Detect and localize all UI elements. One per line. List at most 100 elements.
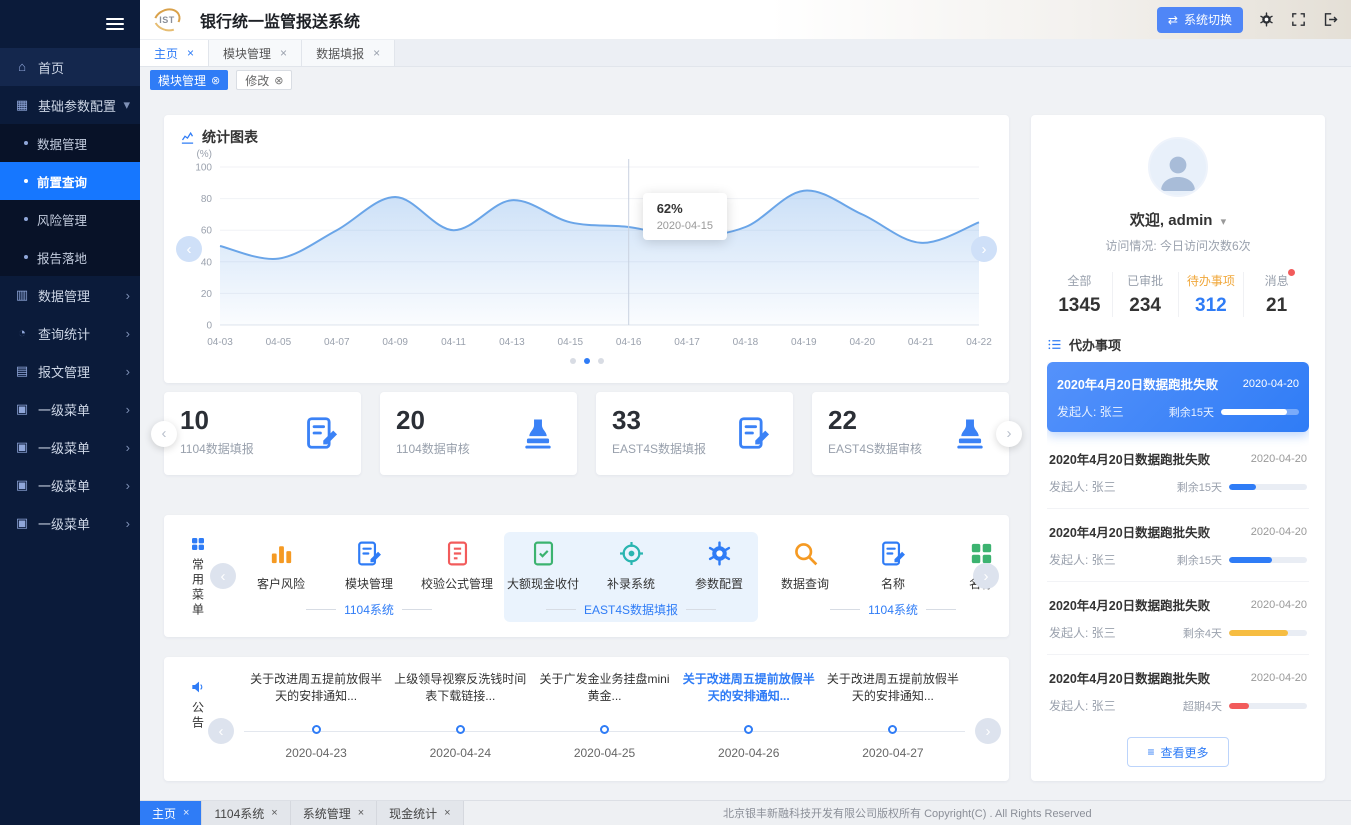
close-icon[interactable]: × xyxy=(280,46,287,60)
menu-shortcut-supplement-system[interactable]: 补录系统 xyxy=(596,539,666,592)
carousel-dot-active[interactable] xyxy=(584,358,590,364)
svg-text:80: 80 xyxy=(201,194,213,205)
sidebar-subitem-report-landing[interactable]: 报告落地 xyxy=(0,238,140,276)
sidebar-item-query-stats[interactable]: ◔ 查询统计 › xyxy=(0,314,140,352)
sidebar-item-level-menu-1[interactable]: ▣ 一级菜单 › xyxy=(0,390,140,428)
footer-tab-home[interactable]: 主页 × xyxy=(140,801,202,825)
announcement-item[interactable]: 关于改进周五提前放假半天的安排通知... 2020-04-23 xyxy=(244,671,388,773)
todo-item[interactable]: 2020年4月20日数据跑批失败 2020-04-20 发起人: 张三 超期4天 xyxy=(1047,655,1309,725)
announcement-prev-arrow[interactable]: ‹ xyxy=(208,718,234,744)
footer-tab-1104[interactable]: 1104系统 × xyxy=(202,801,290,825)
chevron-down-icon: ▾ xyxy=(123,97,130,113)
announcement-text: 关于广发金业务挂盘mini黄金... xyxy=(539,671,671,705)
announcement-timeline: 关于改进周五提前放假半天的安排通知... 2020-04-23 上级领导视察反洗… xyxy=(244,671,965,773)
announcement-item-highlighted[interactable]: 关于改进周五提前放假半天的安排通知... 2020-04-26 xyxy=(677,671,821,773)
menu-prev-arrow[interactable]: ‹ xyxy=(210,563,236,589)
stat-card-east4s-fill[interactable]: 33 EAST4S数据填报 xyxy=(596,392,793,475)
group-system-label[interactable]: 1104系统 xyxy=(344,601,394,618)
avatar[interactable] xyxy=(1148,137,1208,197)
sidebar-item-level-menu-2[interactable]: ▣ 一级菜单 › xyxy=(0,428,140,466)
menu-shortcut-large-cash[interactable]: 大额现金收付 xyxy=(508,539,578,592)
sidebar-item-label: 一级菜单 xyxy=(38,438,90,457)
group-system-label[interactable]: EAST4S数据填报 xyxy=(584,601,678,618)
system-switch-button[interactable]: ⇄ 系统切换 xyxy=(1157,7,1243,33)
stat-card-east4s-audit[interactable]: 22 EAST4S数据审核 xyxy=(812,392,1009,475)
tag-module-manage[interactable]: 模块管理 ⊗ xyxy=(150,70,228,90)
sidebar-item-label: 一级菜单 xyxy=(38,514,90,533)
announcement-text: 关于改进周五提前放假半天的安排通知... xyxy=(683,671,815,705)
stat-card-1104-fill[interactable]: 10 1104数据填报 xyxy=(164,392,361,475)
announcement-item[interactable]: 关于改进周五提前放假半天的安排通知... 2020-04-27 xyxy=(821,671,965,773)
sidebar-item-label: 数据管理 xyxy=(38,286,90,305)
stat-approved[interactable]: 已审批 234 xyxy=(1113,272,1179,317)
stats-next-arrow[interactable]: › xyxy=(996,421,1022,447)
progress-bar xyxy=(1229,484,1307,490)
stat-messages[interactable]: 消息 21 xyxy=(1244,272,1309,317)
stat-pending[interactable]: 待办事项 312 xyxy=(1179,272,1245,317)
todo-item[interactable]: 2020年4月20日数据跑批失败 2020-04-20 发起人: 张三 剩余15… xyxy=(1047,509,1309,582)
close-icon[interactable]: × xyxy=(358,807,364,819)
sidebar-subitem-risk-manage[interactable]: 风险管理 xyxy=(0,200,140,238)
footer-tab-system-manage[interactable]: 系统管理 × xyxy=(291,801,377,825)
menu-fold-icon[interactable] xyxy=(106,15,124,33)
sidebar-item-data-manage[interactable]: ▥ 数据管理 › xyxy=(0,276,140,314)
grid-icon: ▣ xyxy=(14,515,30,531)
chart-next-arrow[interactable]: › xyxy=(971,236,997,262)
todo-item-date: 2020-04-20 xyxy=(1251,599,1307,611)
sidebar-item-level-menu-3[interactable]: ▣ 一级菜单 › xyxy=(0,466,140,504)
footer-tab-cash-stats[interactable]: 现金统计 × xyxy=(377,801,463,825)
stats-prev-arrow[interactable]: ‹ xyxy=(151,421,177,447)
group-system-label[interactable]: 1104系统 xyxy=(868,601,918,618)
bullet-dot-icon xyxy=(24,141,28,145)
chart-prev-arrow[interactable]: ‹ xyxy=(176,236,202,262)
tab-data-fill[interactable]: 数据填报 × xyxy=(302,40,395,66)
close-circle-icon[interactable]: ⊗ xyxy=(274,74,283,87)
menu-next-arrow[interactable]: › xyxy=(973,563,999,589)
sidebar-item-base-params[interactable]: ▦ 基础参数配置 ▾ xyxy=(0,86,140,124)
tab-home[interactable]: 主页 × xyxy=(140,40,209,66)
fullscreen-icon[interactable] xyxy=(1290,11,1307,28)
close-icon[interactable]: × xyxy=(183,807,189,819)
statistics-chart-card: 统计图表 020406080100(%)04-0304-0504-0704-09… xyxy=(164,115,1009,383)
todo-item-title: 2020年4月20日数据跑批失败 xyxy=(1057,374,1218,393)
menu-shortcut-customer-risk[interactable]: 客户风险 xyxy=(246,539,316,592)
stat-all[interactable]: 全部 1345 xyxy=(1047,272,1113,317)
close-icon[interactable]: × xyxy=(444,807,450,819)
gear-icon[interactable] xyxy=(1258,11,1275,28)
announcement-next-arrow[interactable]: › xyxy=(975,718,1001,744)
user-dropdown[interactable]: 欢迎, admin ▾ xyxy=(1047,209,1309,230)
close-circle-icon[interactable]: ⊗ xyxy=(211,74,220,87)
common-menu-title: 常用菜单 xyxy=(190,558,207,618)
sidebar-item-home[interactable]: ⌂ 首页 xyxy=(0,48,140,86)
menu-shortcut-label: 数据查询 xyxy=(781,575,829,592)
sidebar-subitem-data-manage[interactable]: 数据管理 xyxy=(0,124,140,162)
menu-shortcut-param-config[interactable]: 参数配置 xyxy=(684,539,754,592)
svg-text:04-03: 04-03 xyxy=(207,337,233,348)
sidebar-item-level-menu-4[interactable]: ▣ 一级菜单 › xyxy=(0,504,140,542)
todo-initiator: 发起人: 张三 xyxy=(1049,697,1116,714)
todo-item[interactable]: 2020年4月20日数据跑批失败 2020-04-20 发起人: 张三 剩余4天 xyxy=(1047,582,1309,655)
menu-shortcut-data-query[interactable]: 数据查询 xyxy=(770,539,840,592)
logout-icon[interactable] xyxy=(1322,11,1339,28)
progress-bar xyxy=(1221,409,1299,415)
tab-module-manage[interactable]: 模块管理 × xyxy=(209,40,302,66)
sidebar-subitem-pre-query[interactable]: 前置查询 xyxy=(0,162,140,200)
menu-shortcut-name-1[interactable]: 名称 xyxy=(858,539,928,592)
announcement-item[interactable]: 上级领导视察反洗钱时间表下载链接... 2020-04-24 xyxy=(388,671,532,773)
sidebar-item-report-manage[interactable]: ▤ 报文管理 › xyxy=(0,352,140,390)
announcements-card: 公告 关于改进周五提前放假半天的安排通知... 2020-04-23 上级领导视… xyxy=(164,657,1009,781)
menu-shortcut-module-manage[interactable]: 模块管理 xyxy=(334,539,404,592)
todo-item[interactable]: 2020年4月20日数据跑批失败 2020-04-20 发起人: 张三 剩余15… xyxy=(1047,436,1309,509)
announcement-item[interactable]: 关于广发金业务挂盘mini黄金... 2020-04-25 xyxy=(532,671,676,773)
close-icon[interactable]: × xyxy=(187,46,194,60)
view-more-button[interactable]: ≡ 查看更多 xyxy=(1127,737,1229,767)
tag-modify[interactable]: 修改 ⊗ xyxy=(236,70,292,90)
close-icon[interactable]: × xyxy=(373,46,380,60)
stat-card-1104-audit[interactable]: 20 1104数据审核 xyxy=(380,392,577,475)
menu-shortcut-formula-manage[interactable]: 校验公式管理 xyxy=(422,539,492,592)
todo-item-active[interactable]: 2020年4月20日数据跑批失败 2020-04-20 发起人: 张三 剩余15… xyxy=(1047,362,1309,432)
carousel-dot[interactable] xyxy=(598,358,604,364)
close-icon[interactable]: × xyxy=(271,807,277,819)
carousel-dot[interactable] xyxy=(570,358,576,364)
todo-remaining: 剩余4天 xyxy=(1183,625,1222,641)
